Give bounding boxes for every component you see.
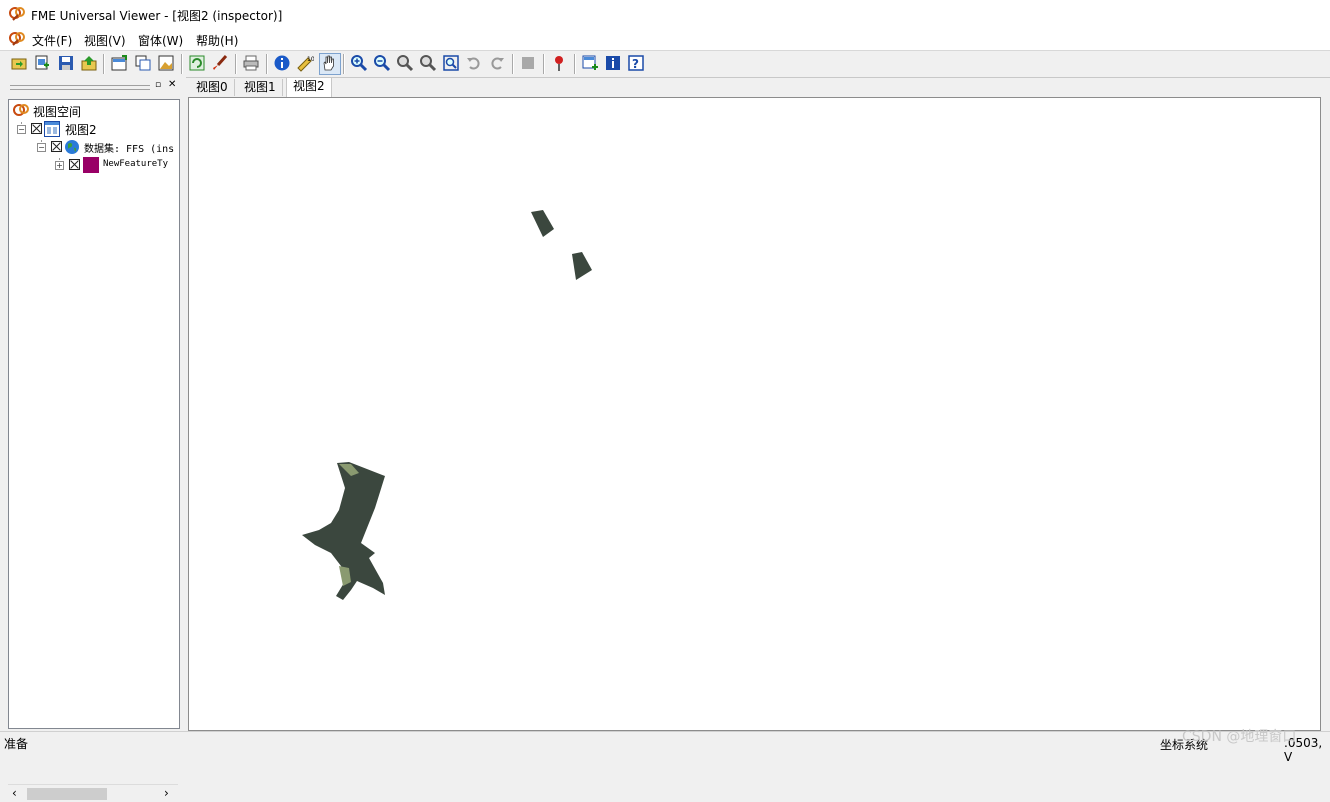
view-icon <box>44 121 60 140</box>
redo-icon[interactable] <box>488 54 506 72</box>
svg-text:?: ? <box>632 57 639 71</box>
tree-horizontal-scrollbar[interactable]: ‹ › <box>8 784 178 802</box>
menu-file[interactable]: 文件(F) <box>32 32 72 49</box>
scroll-thumb[interactable] <box>27 788 107 800</box>
collapse-icon[interactable]: − <box>17 125 26 134</box>
map-feature-polygon[interactable] <box>572 252 592 280</box>
help-icon[interactable]: ? <box>627 54 645 72</box>
measure-icon[interactable]: 10 <box>296 54 314 72</box>
toolbar-separator <box>181 54 183 74</box>
properties-icon[interactable] <box>604 54 622 72</box>
zoom-out-icon[interactable] <box>373 54 391 72</box>
open-icon[interactable] <box>10 54 28 72</box>
new-view-icon[interactable] <box>110 54 128 72</box>
fme-menu-icon[interactable] <box>9 31 27 50</box>
add-dataset-icon[interactable] <box>33 54 51 72</box>
expand-icon[interactable]: + <box>55 161 64 170</box>
tree-view-node[interactable]: − 视图2 <box>17 121 177 137</box>
fme-view-space-icon <box>13 103 31 122</box>
add-layer-icon[interactable] <box>581 54 599 72</box>
tab-view1[interactable]: 视图1 <box>238 79 283 96</box>
panel-close-button[interactable]: ✕ <box>168 80 178 90</box>
collapse-icon[interactable]: − <box>37 143 46 152</box>
stop-icon[interactable] <box>519 54 537 72</box>
fme-app-icon <box>9 6 27 25</box>
zoom-extent-icon[interactable] <box>442 54 460 72</box>
globe-icon <box>64 139 80 158</box>
panel-grip[interactable] <box>10 85 150 90</box>
toolbar-separator <box>574 54 576 74</box>
tree-root[interactable]: 视图空间 <box>13 103 173 119</box>
tree-root-label: 视图空间 <box>33 105 82 119</box>
refresh-icon[interactable] <box>188 54 206 72</box>
save-icon[interactable] <box>57 54 75 72</box>
view-tabs: 视图0 视图1 视图2 <box>188 77 1330 97</box>
toolbar-separator <box>235 54 237 74</box>
tree-view-label: 视图2 <box>65 123 97 137</box>
info-icon[interactable] <box>273 54 291 72</box>
view-tree: 视图空间 − 视图2 − 数据集: FFS (ins + NewFeatureT… <box>8 99 180 729</box>
toolbar-separator <box>543 54 545 74</box>
toolbar-separator <box>266 54 268 74</box>
feature-swatch <box>83 157 99 173</box>
view-image-icon[interactable] <box>157 54 175 72</box>
tree-feature-type-label: NewFeatureTy <box>103 159 169 169</box>
toolbar: 10 ? <box>0 50 1330 78</box>
tree-feature-type-node[interactable]: + NewFeatureTy <box>55 157 177 173</box>
tab-view0[interactable]: 视图0 <box>190 79 235 96</box>
copy-view-icon[interactable] <box>134 54 152 72</box>
panel-float-button[interactable]: ▫ <box>155 80 165 90</box>
brush-icon[interactable] <box>211 54 229 72</box>
title-bar: FME Universal Viewer - [视图2 (inspector)] <box>0 0 1330 28</box>
right-edge <box>1321 97 1330 729</box>
svg-text:10: 10 <box>307 56 314 63</box>
visibility-checkbox[interactable] <box>31 123 42 134</box>
scroll-right-icon[interactable]: › <box>164 786 169 800</box>
menu-window[interactable]: 窗体(W) <box>138 32 183 49</box>
scroll-left-icon[interactable]: ‹ <box>12 786 17 800</box>
tree-dataset-label: 数据集: FFS (ins <box>84 144 175 155</box>
menu-bar: 文件(F) 视图(V) 窗体(W) 帮助(H) <box>0 28 1330 50</box>
zoom-in-icon[interactable] <box>350 54 368 72</box>
tree-dataset-node[interactable]: − 数据集: FFS (ins <box>37 139 177 155</box>
tab-view2[interactable]: 视图2 <box>286 77 332 97</box>
export-icon[interactable] <box>80 54 98 72</box>
pin-icon[interactable] <box>550 54 568 72</box>
menu-view[interactable]: 视图(V) <box>84 32 126 49</box>
toolbar-separator <box>512 54 514 74</box>
toolbar-separator <box>103 54 105 74</box>
view-space-panel: ▫ ✕ 视图空间 − 视图2 − 数据集: FFS (ins + NewFeat… <box>0 77 186 802</box>
visibility-checkbox[interactable] <box>51 141 62 152</box>
print-icon[interactable] <box>242 54 260 72</box>
undo-icon[interactable] <box>465 54 483 72</box>
map-canvas[interactable] <box>188 97 1321 731</box>
watermark: CSDN @地理窗口 <box>1182 729 1297 745</box>
window-title: FME Universal Viewer - [视图2 (inspector)] <box>31 9 283 23</box>
map-feature-polygon[interactable] <box>531 210 554 237</box>
menu-help[interactable]: 帮助(H) <box>196 32 238 49</box>
status-bar: 准备 坐标系统 .0503, V CSDN @地理窗口 <box>0 729 1330 764</box>
zoom-prev-icon[interactable] <box>419 54 437 72</box>
status-text: 准备 <box>4 737 29 751</box>
zoom-icon[interactable] <box>396 54 414 72</box>
pan-icon[interactable] <box>319 53 341 75</box>
visibility-checkbox[interactable] <box>69 159 80 170</box>
toolbar-separator <box>343 54 345 74</box>
